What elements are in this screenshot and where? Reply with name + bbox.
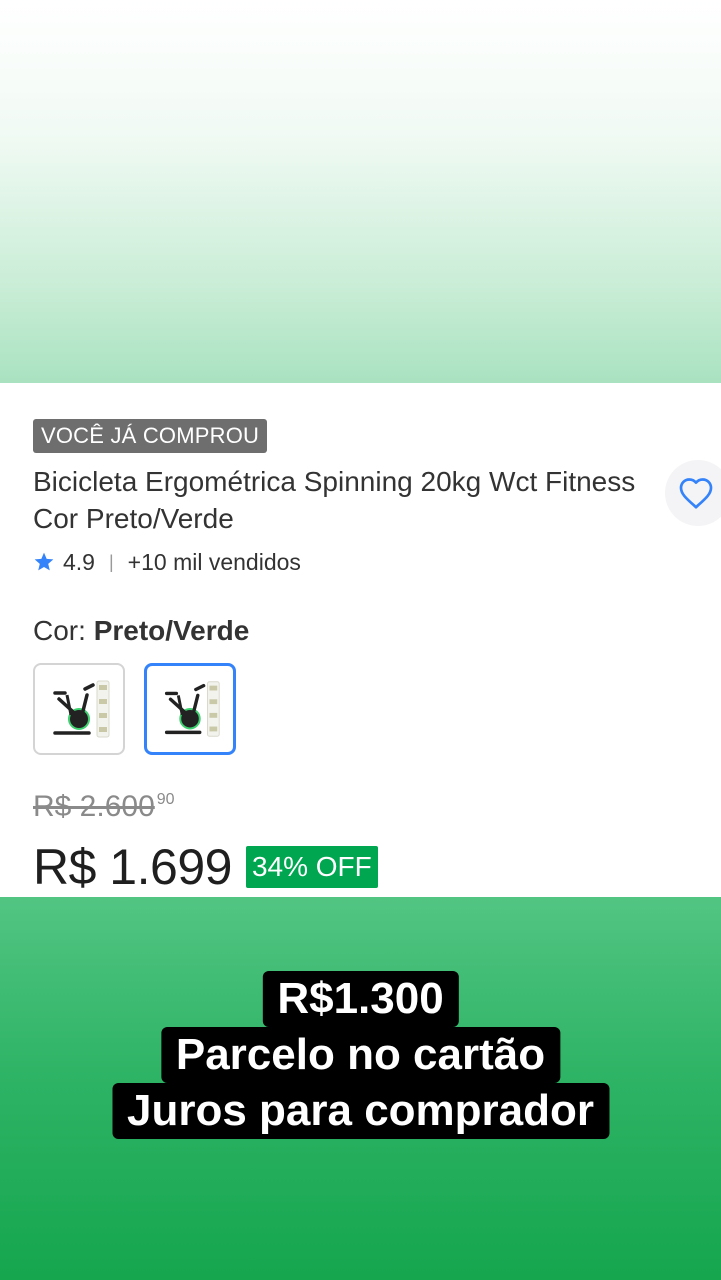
original-price-cents: 90 xyxy=(156,791,175,808)
rating-row[interactable]: 4.9 | +10 mil vendidos xyxy=(33,546,301,578)
purchased-badge: VOCÊ JÁ COMPROU xyxy=(33,419,268,453)
color-variant-1[interactable] xyxy=(33,663,125,755)
divider: | xyxy=(108,551,114,572)
caption-line-1: R$1.300 xyxy=(262,971,459,1027)
current-price: R$ 1.699 xyxy=(33,839,232,895)
star-icon xyxy=(34,552,54,571)
selected-color: Preto/Verde xyxy=(93,615,250,646)
original-price-amount: R$ 2.600 xyxy=(33,790,155,823)
exercise-bike-thumbnail xyxy=(53,680,110,738)
discount-badge: 34% OFF xyxy=(245,846,378,888)
color-selector-label: Cor: Preto/Verde xyxy=(33,615,249,647)
exercise-bike-thumbnail xyxy=(164,681,220,737)
original-price: R$ 2.600 90 xyxy=(33,790,175,824)
price-row: R$ 1.699 34% OFF xyxy=(33,838,378,896)
product-title: Bicicleta Ergométrica Spinning 20kg Wct … xyxy=(33,466,636,534)
rating-score: 4.9 xyxy=(63,548,95,575)
top-background xyxy=(0,0,721,383)
color-label: Cor: xyxy=(33,615,86,646)
color-variant-2-selected[interactable] xyxy=(144,663,236,755)
caption-line-2: Parcelo no cartão xyxy=(160,1027,561,1083)
heart-outline-icon xyxy=(679,478,713,509)
sold-count: +10 mil vendidos xyxy=(127,548,301,575)
caption-line-3: Juros para comprador xyxy=(111,1083,610,1139)
